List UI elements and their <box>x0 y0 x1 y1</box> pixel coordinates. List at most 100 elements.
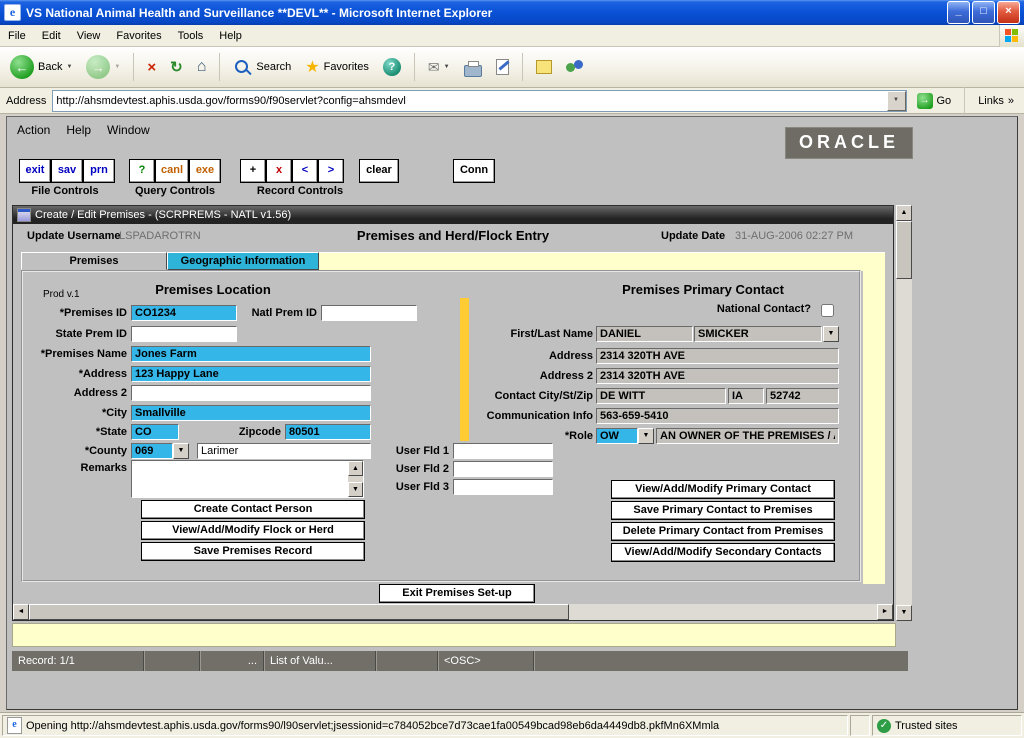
media-button[interactable]: ? <box>379 56 405 78</box>
address-input[interactable] <box>53 91 886 111</box>
address2-field[interactable] <box>131 385 371 401</box>
chevron-down-icon: ▼ <box>444 64 450 70</box>
search-button[interactable]: Search <box>229 56 295 79</box>
horizontal-scrollbar[interactable]: ◄ ► <box>13 604 893 620</box>
role-code-field[interactable] <box>596 428 638 444</box>
role-description-field[interactable] <box>656 428 839 444</box>
delete-primary-contact-from-premises-button[interactable]: Delete Primary Contact from Premises <box>611 522 835 541</box>
forms-menu-window[interactable]: Window <box>107 123 150 137</box>
maximize-button[interactable]: □ <box>972 1 995 24</box>
horizontal-scroll-thumb[interactable] <box>29 604 569 620</box>
home-button[interactable]: ⌂ <box>193 56 211 78</box>
scroll-left-icon[interactable]: ◄ <box>13 604 29 620</box>
view-add-modify-secondary-contacts-button[interactable]: View/Add/Modify Secondary Contacts <box>611 543 835 562</box>
user-fld1-field[interactable] <box>453 443 553 459</box>
print-toolbar-button[interactable]: prn <box>83 159 115 183</box>
minimize-button[interactable]: _ <box>947 1 970 24</box>
contact-first-name-field[interactable] <box>596 326 693 342</box>
communication-info-field[interactable] <box>596 408 839 424</box>
address-field[interactable] <box>131 366 371 382</box>
contact-city-field[interactable] <box>596 388 726 404</box>
city-label: *City <box>23 407 127 419</box>
premises-id-field[interactable] <box>131 305 237 321</box>
forms-window: Create / Edit Premises - (SCRPREMS - NAT… <box>12 205 894 621</box>
tab-geographic-information[interactable]: Geographic Information <box>167 252 319 270</box>
view-add-modify-flock-or-herd-button[interactable]: View/Add/Modify Flock or Herd <box>141 521 365 540</box>
county-code-field[interactable] <box>131 443 173 459</box>
scroll-down-icon[interactable]: ▼ <box>348 482 363 497</box>
exit-toolbar-button[interactable]: exit <box>19 159 51 183</box>
messenger-button[interactable] <box>562 57 588 77</box>
back-button[interactable]: ← Back ▼ <box>6 53 76 81</box>
menu-file[interactable]: File <box>0 27 34 45</box>
remarks-field[interactable] <box>132 461 348 497</box>
print-button[interactable] <box>460 56 486 79</box>
contact-address2-field[interactable] <box>596 368 839 384</box>
forms-menu-help[interactable]: Help <box>66 123 91 137</box>
city-field[interactable] <box>131 405 371 421</box>
save-premises-record-button[interactable]: Save Premises Record <box>141 542 365 561</box>
scroll-down-icon[interactable]: ▼ <box>896 605 912 621</box>
conn-button[interactable]: Conn <box>453 159 495 183</box>
natl-prem-id-field[interactable] <box>321 305 417 321</box>
role-dropdown-button[interactable]: ▼ <box>638 428 654 444</box>
record-add-button[interactable]: + <box>240 159 266 183</box>
exit-premises-setup-button[interactable]: Exit Premises Set-up <box>379 584 535 603</box>
save-primary-contact-to-premises-button[interactable]: Save Primary Contact to Premises <box>611 501 835 520</box>
menu-tools[interactable]: Tools <box>170 27 212 45</box>
scroll-up-icon[interactable]: ▲ <box>896 205 912 221</box>
vertical-scroll-thumb[interactable] <box>896 221 912 279</box>
zipcode-field[interactable] <box>285 424 371 440</box>
contact-zip-field[interactable] <box>766 388 839 404</box>
forms-menu-action[interactable]: Action <box>17 123 50 137</box>
national-contact-checkbox[interactable] <box>821 304 834 317</box>
county-dropdown-button[interactable]: ▼ <box>173 443 189 459</box>
address-label: *Address <box>23 368 127 380</box>
contact-name-dropdown-button[interactable]: ▼ <box>823 326 839 342</box>
remarks-scrollbar[interactable]: ▲ ▼ <box>348 461 363 497</box>
address-dropdown-button[interactable]: ▼ <box>887 91 906 111</box>
contact-address-field[interactable] <box>596 348 839 364</box>
go-button[interactable]: → Go <box>913 91 956 111</box>
vertical-scrollbar[interactable]: ▲ ▼ <box>896 205 912 621</box>
state-prem-id-field[interactable] <box>131 326 237 342</box>
record-delete-button[interactable]: x <box>266 159 292 183</box>
record-previous-button[interactable]: < <box>292 159 318 183</box>
links-button[interactable]: Links » <box>974 93 1018 109</box>
query-execute-button[interactable]: exe <box>189 159 221 183</box>
county-label: *County <box>23 445 127 457</box>
record-clear-button[interactable]: clear <box>359 159 399 183</box>
page-icon: e <box>7 717 22 734</box>
menu-favorites[interactable]: Favorites <box>108 27 169 45</box>
menu-edit[interactable]: Edit <box>34 27 69 45</box>
menu-view[interactable]: View <box>69 27 109 45</box>
stop-button[interactable]: × <box>143 57 160 78</box>
user-fld3-field[interactable] <box>453 479 553 495</box>
contact-last-name-field[interactable] <box>694 326 822 342</box>
menu-help[interactable]: Help <box>211 27 250 45</box>
create-contact-person-button[interactable]: Create Contact Person <box>141 500 365 519</box>
tab-premises[interactable]: Premises <box>21 252 167 270</box>
contact-state-field[interactable] <box>728 388 764 404</box>
premises-name-field[interactable] <box>131 346 371 362</box>
county-name-field[interactable] <box>197 443 371 459</box>
query-help-button[interactable]: ? <box>129 159 155 183</box>
edit-button[interactable] <box>492 57 513 77</box>
mail-button[interactable]: ✉ ▼ <box>424 57 454 78</box>
forward-button[interactable]: → ▼ <box>82 53 124 81</box>
address-input-wrap: ▼ <box>52 90 906 112</box>
scroll-up-icon[interactable]: ▲ <box>348 461 363 476</box>
chevron-down-icon: ▼ <box>66 64 72 70</box>
close-button[interactable]: × <box>997 1 1020 24</box>
view-add-modify-primary-contact-button[interactable]: View/Add/Modify Primary Contact <box>611 480 835 499</box>
favorites-button[interactable]: ★ Favorites <box>301 55 373 79</box>
user-fld2-field[interactable] <box>453 461 553 477</box>
scroll-right-icon[interactable]: ► <box>877 604 893 620</box>
query-cancel-button[interactable]: canl <box>155 159 189 183</box>
discuss-button[interactable] <box>532 58 556 76</box>
state-field[interactable] <box>131 424 179 440</box>
refresh-button[interactable]: ↻ <box>166 56 187 78</box>
save-toolbar-button[interactable]: sav <box>51 159 83 183</box>
record-next-button[interactable]: > <box>318 159 344 183</box>
forms-window-titlebar[interactable]: Create / Edit Premises - (SCRPREMS - NAT… <box>13 206 893 224</box>
